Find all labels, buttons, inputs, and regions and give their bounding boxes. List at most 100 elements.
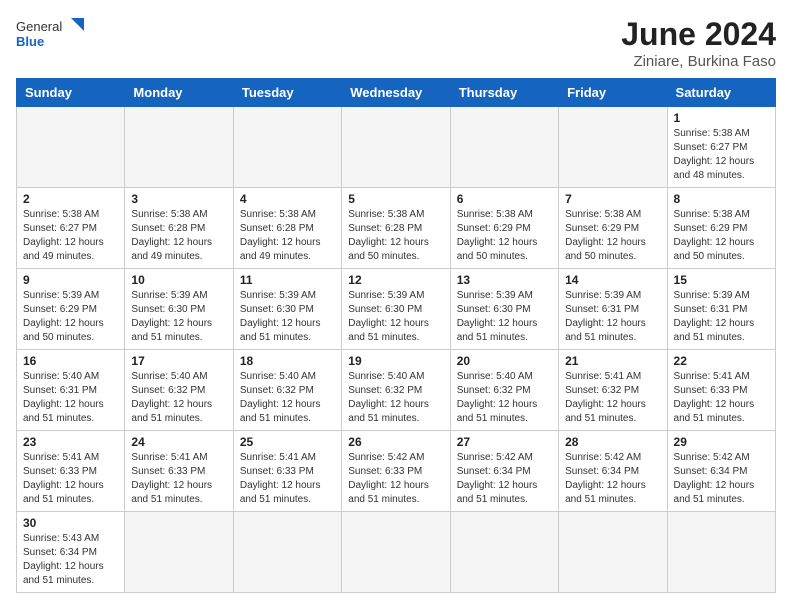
calendar-day-cell: 18Sunrise: 5:40 AM Sunset: 6:32 PM Dayli… (233, 350, 341, 431)
day-number: 23 (23, 435, 118, 449)
calendar-day-cell (342, 107, 450, 188)
day-info: Sunrise: 5:39 AM Sunset: 6:29 PM Dayligh… (23, 289, 118, 345)
calendar-day-cell: 17 Sunrise: 5:40 AM Sunset: 6:32 PM Dayli… (125, 350, 233, 431)
day-info: Sunrise: 5:39 AM Sunset: 6:31 PM Dayligh… (674, 289, 769, 345)
header-wednesday: Wednesday (342, 79, 450, 107)
calendar-week-row: 30Sunrise: 5:43 AM Sunset: 6:34 PM Dayli… (17, 512, 776, 593)
calendar-day-cell: 12Sunrise: 5:39 AM Sunset: 6:30 PM Dayli… (342, 269, 450, 350)
day-number: 26 (348, 435, 443, 449)
day-info: Sunrise: 5:42 AM Sunset: 6:34 PM Dayligh… (457, 451, 552, 507)
day-number: 28 (565, 435, 660, 449)
calendar-week-row: 1Sunrise: 5:38 AM Sunset: 6:27 PM Daylig… (17, 107, 776, 188)
calendar-day-cell: 16 Sunrise: 5:40 AM Sunset: 6:31 PM Dayli… (17, 350, 125, 431)
calendar-day-cell (233, 107, 341, 188)
calendar-day-cell: 29 Sunrise: 5:42 AM Sunset: 6:34 PM Dayli… (667, 431, 775, 512)
weekday-header-row: Sunday Monday Tuesday Wednesday Thursday… (17, 79, 776, 107)
day-number: 29 (674, 435, 769, 449)
day-number: 9 (23, 273, 118, 287)
calendar-day-cell: 2 Sunrise: 5:38 AM Sunset: 6:27 PM Daylig… (17, 188, 125, 269)
day-number: 21 (565, 354, 660, 368)
calendar-week-row: 16 Sunrise: 5:40 AM Sunset: 6:31 PM Dayli… (17, 350, 776, 431)
calendar-day-cell (667, 512, 775, 593)
day-number: 11 (240, 273, 335, 287)
day-info: Sunrise: 5:38 AM Sunset: 6:29 PM Dayligh… (457, 208, 552, 264)
day-info: Sunrise: 5:41 AM Sunset: 6:33 PM Dayligh… (131, 451, 226, 507)
day-number: 2 (23, 192, 118, 206)
calendar-day-cell: 26Sunrise: 5:42 AM Sunset: 6:33 PM Dayli… (342, 431, 450, 512)
svg-text:General: General (16, 19, 62, 34)
day-number: 15 (674, 273, 769, 287)
calendar-day-cell: 5Sunrise: 5:38 AM Sunset: 6:28 PM Daylig… (342, 188, 450, 269)
calendar-day-cell: 22Sunrise: 5:41 AM Sunset: 6:33 PM Dayli… (667, 350, 775, 431)
calendar-day-cell: 27Sunrise: 5:42 AM Sunset: 6:34 PM Dayli… (450, 431, 558, 512)
day-number: 7 (565, 192, 660, 206)
day-info: Sunrise: 5:42 AM Sunset: 6:34 PM Dayligh… (674, 451, 769, 507)
calendar-day-cell: 19 Sunrise: 5:40 AM Sunset: 6:32 PM Dayli… (342, 350, 450, 431)
calendar-day-cell: 4 Sunrise: 5:38 AM Sunset: 6:28 PM Daylig… (233, 188, 341, 269)
logo-svg: General Blue (16, 16, 86, 54)
day-info: Sunrise: 5:40 AM Sunset: 6:32 PM Dayligh… (457, 370, 552, 426)
calendar-day-cell: 21Sunrise: 5:41 AM Sunset: 6:32 PM Dayli… (559, 350, 667, 431)
calendar-day-cell (559, 107, 667, 188)
day-info: Sunrise: 5:38 AM Sunset: 6:29 PM Dayligh… (674, 208, 769, 264)
calendar-day-cell: 15 Sunrise: 5:39 AM Sunset: 6:31 PM Dayli… (667, 269, 775, 350)
day-info: Sunrise: 5:38 AM Sunset: 6:28 PM Dayligh… (131, 208, 226, 264)
calendar-day-cell: 20Sunrise: 5:40 AM Sunset: 6:32 PM Dayli… (450, 350, 558, 431)
day-number: 19 (348, 354, 443, 368)
calendar-table: Sunday Monday Tuesday Wednesday Thursday… (16, 78, 776, 593)
calendar-week-row: 9 Sunrise: 5:39 AM Sunset: 6:29 PM Daylig… (17, 269, 776, 350)
day-number: 6 (457, 192, 552, 206)
calendar-day-cell: 28 Sunrise: 5:42 AM Sunset: 6:34 PM Dayli… (559, 431, 667, 512)
day-info: Sunrise: 5:40 AM Sunset: 6:31 PM Dayligh… (23, 370, 118, 426)
day-info: Sunrise: 5:42 AM Sunset: 6:34 PM Dayligh… (565, 451, 660, 507)
header-thursday: Thursday (450, 79, 558, 107)
day-info: Sunrise: 5:41 AM Sunset: 6:33 PM Dayligh… (240, 451, 335, 507)
day-number: 3 (131, 192, 226, 206)
day-number: 24 (131, 435, 226, 449)
calendar-day-cell: 10 Sunrise: 5:39 AM Sunset: 6:30 PM Dayli… (125, 269, 233, 350)
calendar-day-cell: 11 Sunrise: 5:39 AM Sunset: 6:30 PM Dayli… (233, 269, 341, 350)
day-info: Sunrise: 5:40 AM Sunset: 6:32 PM Dayligh… (348, 370, 443, 426)
calendar-day-cell (559, 512, 667, 593)
svg-text:Blue: Blue (16, 34, 44, 49)
calendar-day-cell: 13Sunrise: 5:39 AM Sunset: 6:30 PM Dayli… (450, 269, 558, 350)
day-number: 16 (23, 354, 118, 368)
day-info: Sunrise: 5:41 AM Sunset: 6:33 PM Dayligh… (23, 451, 118, 507)
calendar-day-cell: 8 Sunrise: 5:38 AM Sunset: 6:29 PM Daylig… (667, 188, 775, 269)
day-number: 8 (674, 192, 769, 206)
day-number: 17 (131, 354, 226, 368)
calendar-day-cell (125, 107, 233, 188)
day-number: 5 (348, 192, 443, 206)
day-number: 4 (240, 192, 335, 206)
calendar-day-cell: 3 Sunrise: 5:38 AM Sunset: 6:28 PM Daylig… (125, 188, 233, 269)
calendar-day-cell (125, 512, 233, 593)
day-info: Sunrise: 5:38 AM Sunset: 6:27 PM Dayligh… (23, 208, 118, 264)
day-number: 10 (131, 273, 226, 287)
calendar-day-cell: 24 Sunrise: 5:41 AM Sunset: 6:33 PM Dayli… (125, 431, 233, 512)
header: General Blue June 2024 Ziniare, Burkina … (16, 16, 776, 70)
logo: General Blue (16, 16, 86, 54)
calendar-day-cell (450, 107, 558, 188)
header-saturday: Saturday (667, 79, 775, 107)
day-info: Sunrise: 5:39 AM Sunset: 6:30 PM Dayligh… (240, 289, 335, 345)
day-info: Sunrise: 5:41 AM Sunset: 6:33 PM Dayligh… (674, 370, 769, 426)
calendar-day-cell (17, 107, 125, 188)
calendar-day-cell: 23 Sunrise: 5:41 AM Sunset: 6:33 PM Dayli… (17, 431, 125, 512)
day-info: Sunrise: 5:38 AM Sunset: 6:29 PM Dayligh… (565, 208, 660, 264)
calendar-day-cell: 25Sunrise: 5:41 AM Sunset: 6:33 PM Dayli… (233, 431, 341, 512)
calendar-day-cell (342, 512, 450, 593)
calendar-title: June 2024 (621, 16, 776, 53)
day-info: Sunrise: 5:40 AM Sunset: 6:32 PM Dayligh… (131, 370, 226, 426)
day-info: Sunrise: 5:38 AM Sunset: 6:28 PM Dayligh… (240, 208, 335, 264)
header-monday: Monday (125, 79, 233, 107)
calendar-week-row: 23 Sunrise: 5:41 AM Sunset: 6:33 PM Dayli… (17, 431, 776, 512)
day-info: Sunrise: 5:39 AM Sunset: 6:30 PM Dayligh… (131, 289, 226, 345)
calendar-day-cell: 7 Sunrise: 5:38 AM Sunset: 6:29 PM Daylig… (559, 188, 667, 269)
title-area: June 2024 Ziniare, Burkina Faso (621, 16, 776, 70)
day-info: Sunrise: 5:43 AM Sunset: 6:34 PM Dayligh… (23, 532, 118, 588)
calendar-day-cell: 14Sunrise: 5:39 AM Sunset: 6:31 PM Dayli… (559, 269, 667, 350)
calendar-day-cell (233, 512, 341, 593)
day-info: Sunrise: 5:38 AM Sunset: 6:27 PM Dayligh… (674, 127, 769, 183)
calendar-day-cell: 6 Sunrise: 5:38 AM Sunset: 6:29 PM Daylig… (450, 188, 558, 269)
calendar-subtitle: Ziniare, Burkina Faso (621, 53, 776, 70)
